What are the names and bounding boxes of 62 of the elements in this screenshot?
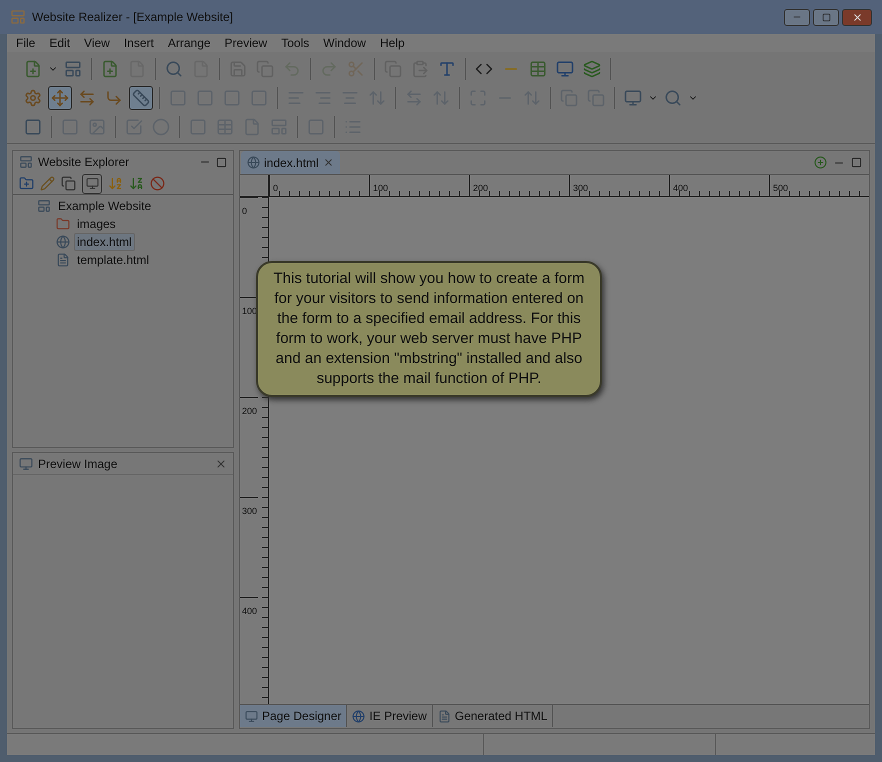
ruler-label: 300 bbox=[242, 506, 258, 516]
folder-icon bbox=[56, 217, 70, 231]
close-icon[interactable] bbox=[322, 157, 334, 168]
menu-item[interactable]: File bbox=[9, 34, 42, 52]
menu-item[interactable]: Edit bbox=[42, 34, 78, 52]
maximize-icon[interactable] bbox=[851, 157, 862, 168]
ruler-label: 100 bbox=[373, 183, 388, 193]
copy-icon[interactable] bbox=[61, 176, 76, 191]
ruler-label: 300 bbox=[573, 183, 588, 193]
ruler-label: 0 bbox=[273, 183, 278, 193]
menu-item[interactable]: Arrange bbox=[160, 34, 218, 52]
close-icon[interactable] bbox=[215, 458, 227, 470]
panel-title: Preview Image bbox=[38, 456, 118, 472]
tree-item[interactable]: template.html bbox=[74, 251, 152, 269]
pencil-icon[interactable] bbox=[40, 176, 55, 191]
sort-descending-icon[interactable] bbox=[129, 176, 144, 191]
ruler-label: 0 bbox=[242, 206, 248, 216]
app-icon bbox=[10, 9, 26, 25]
new-folder-icon[interactable] bbox=[19, 176, 34, 191]
maximize-icon[interactable] bbox=[216, 156, 227, 168]
menu-item[interactable]: Window bbox=[316, 34, 373, 52]
tree-item[interactable]: Example Website bbox=[55, 197, 154, 215]
view-tab[interactable]: Page Designer bbox=[240, 705, 348, 727]
tutorial-callout: This tutorial will show you how to create a form for your visitors to send information entered on the form to a specified email address. For this form to work, your web server must have PHP and an extension "mbstring" installed and also supports the mail function of PHP. bbox=[256, 261, 602, 397]
ruler-icon[interactable] bbox=[129, 86, 153, 110]
ruler-label: 400 bbox=[242, 606, 258, 616]
document-icon bbox=[56, 253, 70, 267]
stop-icon[interactable] bbox=[150, 176, 165, 191]
document-tab[interactable]: index.html bbox=[241, 151, 340, 174]
tab-label: Page Designer bbox=[262, 708, 342, 725]
menu-item[interactable]: Help bbox=[372, 34, 412, 52]
tab-label: IE Preview bbox=[369, 708, 427, 725]
tree-item[interactable]: images bbox=[74, 215, 119, 233]
maximize-icon bbox=[822, 12, 830, 22]
preview-toggle-icon[interactable] bbox=[82, 174, 102, 194]
minimize-button[interactable] bbox=[784, 8, 810, 26]
close-button[interactable] bbox=[842, 8, 872, 26]
ruler-label: 200 bbox=[473, 183, 488, 193]
tree-item[interactable]: index.html bbox=[74, 233, 135, 251]
window-icon bbox=[245, 710, 258, 722]
window-title: Website Realizer - [Example Website] bbox=[32, 9, 233, 26]
menu-item[interactable]: Insert bbox=[116, 34, 161, 52]
document-icon bbox=[438, 710, 451, 722]
ruler-label: 400 bbox=[673, 183, 688, 193]
ruler-label: 200 bbox=[242, 406, 258, 416]
maximize-button[interactable] bbox=[813, 8, 839, 26]
add-icon[interactable] bbox=[814, 156, 827, 169]
tab-label: index.html bbox=[264, 154, 319, 172]
panel-icon bbox=[19, 456, 33, 470]
menu-item[interactable]: Tools bbox=[274, 34, 316, 52]
sort-ascending-icon[interactable] bbox=[108, 176, 123, 191]
panel-title: Website Explorer bbox=[38, 154, 130, 171]
globe-icon bbox=[352, 710, 366, 722]
web-page-icon bbox=[247, 156, 260, 169]
menu-item[interactable]: View bbox=[77, 34, 117, 52]
tab-label: Generated HTML bbox=[454, 708, 548, 725]
close-icon bbox=[852, 12, 862, 22]
menu-item[interactable]: Preview bbox=[218, 34, 274, 52]
panel-icon bbox=[19, 155, 33, 169]
move-icon[interactable] bbox=[48, 86, 72, 110]
ruler-label: 500 bbox=[773, 183, 788, 193]
web-page-icon bbox=[56, 235, 70, 249]
